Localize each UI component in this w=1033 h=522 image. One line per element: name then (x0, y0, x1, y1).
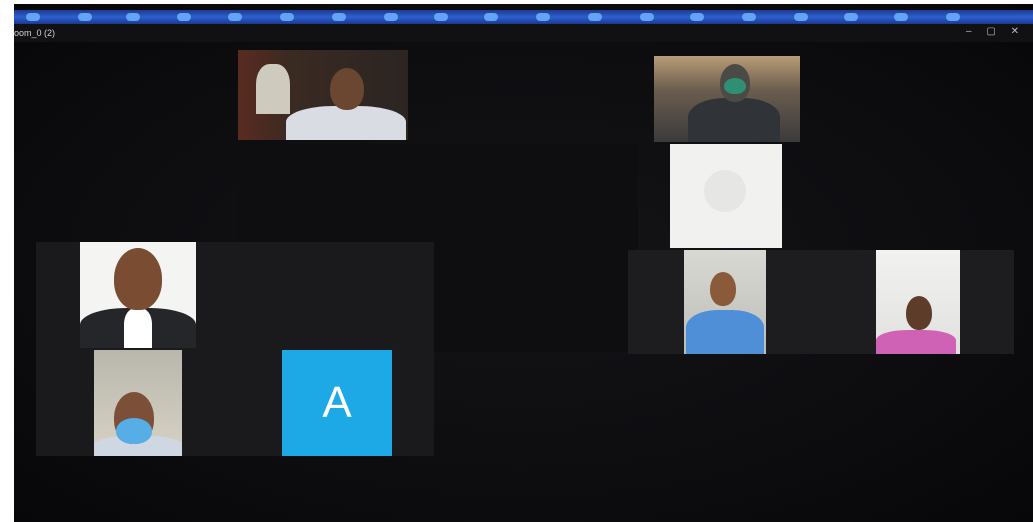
participant-video-4[interactable] (876, 250, 960, 354)
participant-video-2[interactable] (654, 56, 800, 142)
participant-video-1[interactable] (238, 50, 408, 140)
shirt-collar (124, 308, 152, 348)
participant-head (906, 296, 932, 330)
avatar-initial: A (322, 378, 352, 427)
participant-body (286, 106, 406, 140)
placeholder-avatar (704, 170, 746, 212)
participant-body (688, 98, 780, 142)
participant-body (876, 330, 956, 354)
participant-body (686, 310, 764, 354)
window-controls[interactable]: – ▢ ✕ (966, 26, 1025, 37)
participant-head (330, 68, 364, 110)
title-bar (14, 24, 1033, 42)
room-title: oom_0 (2) (14, 28, 56, 38)
top-blue-strip (14, 10, 1033, 24)
face-mask (724, 78, 746, 94)
monitor-screen: oom_0 (2) – ▢ ✕ A (14, 4, 1033, 522)
participant-video-3[interactable] (684, 250, 766, 354)
participant-avatar-tile[interactable]: A (282, 350, 392, 456)
face-mask (116, 418, 152, 444)
participant-video-6[interactable] (94, 350, 182, 456)
participant-head (710, 272, 736, 306)
participant-placeholder-tile[interactable] (670, 144, 782, 248)
participant-video-5[interactable] (80, 242, 196, 348)
background-person (256, 64, 290, 114)
participant-head (114, 248, 162, 310)
